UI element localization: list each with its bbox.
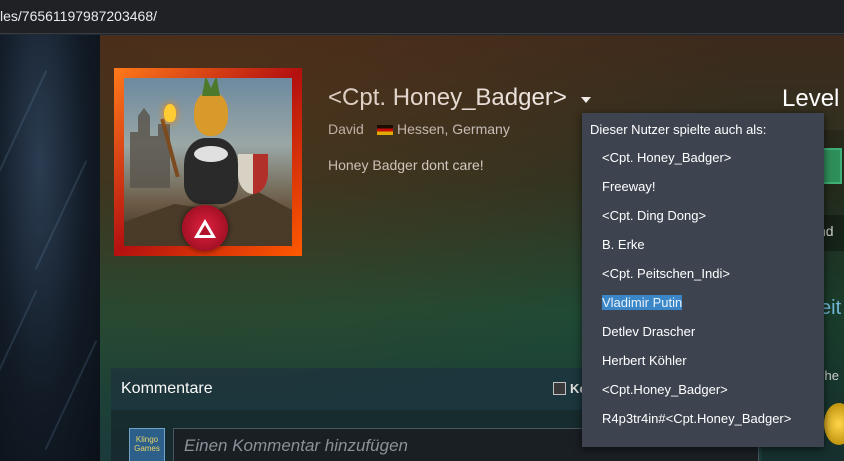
profile-summary: Honey Badger dont care! — [328, 157, 484, 173]
alias-dropdown: Dieser Nutzer spielte auch als: <Cpt. Ho… — [582, 113, 824, 447]
alias-dropdown-header: Dieser Nutzer spielte auch als: — [590, 122, 767, 137]
background-art — [0, 35, 100, 461]
real-name: David — [328, 121, 364, 137]
comments-title: Kommentare — [121, 380, 213, 397]
alias-item[interactable]: <Cpt. Honey_Badger> — [602, 150, 731, 165]
alias-item-selected[interactable]: Vladimir Putin — [602, 295, 683, 310]
location: Hessen, Germany — [397, 121, 510, 137]
germany-flag-icon — [377, 125, 393, 135]
avatar: Klingo Games — [129, 428, 165, 461]
comments-checkbox[interactable] — [553, 382, 566, 395]
alias-item[interactable]: <Cpt. Peitschen_Indi> — [602, 266, 730, 281]
level-label: Level — [782, 85, 840, 112]
badge-icon[interactable] — [822, 148, 842, 184]
alias-item[interactable]: Freeway! — [602, 179, 655, 194]
url-text[interactable]: les/76561197987203468/ — [0, 8, 157, 24]
alias-item[interactable]: B. Erke — [602, 237, 645, 252]
alias-item[interactable]: <Cpt.Honey_Badger> — [602, 382, 728, 397]
alias-item[interactable]: Herbert Köhler — [602, 353, 687, 368]
browser-address-bar[interactable]: les/76561197987203468/ — [0, 0, 844, 34]
alias-dropdown-caret-icon[interactable] — [581, 97, 591, 103]
level-badge-icon — [182, 205, 228, 251]
alias-item[interactable]: Detlev Drascher — [602, 324, 695, 339]
alias-item[interactable]: R4p3tr4in#<Cpt.Honey_Badger> — [602, 411, 791, 426]
alias-item[interactable]: <Cpt. Ding Dong> — [602, 208, 706, 223]
persona-name[interactable]: <Cpt. Honey_Badger> — [328, 84, 567, 112]
